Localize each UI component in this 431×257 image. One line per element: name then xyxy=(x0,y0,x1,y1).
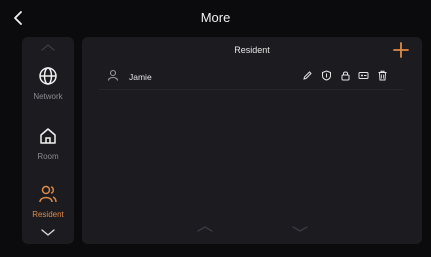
globe-icon xyxy=(39,67,57,85)
page-down-button[interactable] xyxy=(291,225,309,233)
sidebar-item-label: Resident xyxy=(32,210,64,219)
edit-icon xyxy=(303,71,312,80)
sidebar-item-network[interactable]: Network xyxy=(22,65,74,117)
sidebar: Network Room Resident xyxy=(22,37,74,244)
add-resident-button[interactable] xyxy=(393,42,409,58)
delete-button[interactable] xyxy=(377,70,388,81)
sidebar-scroll-up-button[interactable] xyxy=(39,42,57,52)
home-icon xyxy=(40,128,56,144)
sidebar-scroll-down-button[interactable] xyxy=(39,227,57,237)
resident-row[interactable]: Jamie xyxy=(99,65,404,90)
edit-button[interactable] xyxy=(302,70,313,81)
shield-icon xyxy=(322,70,331,81)
page-up-button[interactable] xyxy=(196,225,214,233)
card-button[interactable] xyxy=(358,70,369,81)
chevron-down-icon xyxy=(41,229,55,236)
panel-title: Resident xyxy=(234,45,270,55)
top-bar: More xyxy=(0,0,431,36)
card-icon xyxy=(358,72,369,79)
sidebar-item-label: Room xyxy=(37,152,59,161)
delete-icon xyxy=(378,70,387,81)
residents-icon xyxy=(39,185,57,203)
sidebar-item-room[interactable]: Room xyxy=(22,125,74,177)
resident-panel: Resident Jamie xyxy=(82,37,422,244)
permission-button[interactable] xyxy=(321,70,332,81)
lock-button[interactable] xyxy=(340,70,351,81)
lock-icon xyxy=(341,71,350,81)
chevron-up-icon xyxy=(41,44,55,51)
chevron-down-icon xyxy=(292,226,308,232)
page-title: More xyxy=(200,10,231,25)
sidebar-item-label: Network xyxy=(33,92,63,101)
user-icon xyxy=(107,69,119,81)
plus-icon xyxy=(393,42,409,58)
chevron-up-icon xyxy=(197,226,213,232)
resident-name: Jamie xyxy=(129,72,152,82)
